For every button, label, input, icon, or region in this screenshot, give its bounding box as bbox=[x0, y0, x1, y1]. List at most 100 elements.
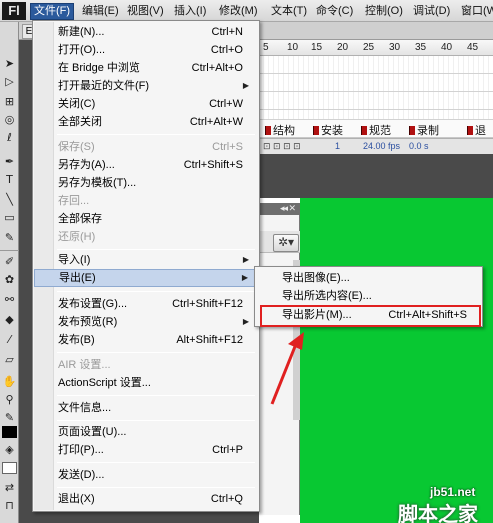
current-frame: 1 bbox=[335, 141, 341, 151]
stroke-color-swatch[interactable] bbox=[2, 426, 17, 438]
menu-item-export-movie[interactable]: 导出影片(M)... Ctrl+Alt+Shift+S bbox=[256, 306, 481, 324]
menu-file[interactable]: 文件(F) bbox=[30, 3, 75, 20]
menu-control[interactable]: 控制(O) bbox=[362, 3, 406, 20]
timeline-layer-row[interactable] bbox=[259, 110, 493, 120]
menu-item-page-setup[interactable]: 页面设置(U)... bbox=[34, 423, 258, 441]
hand-icon[interactable]: ✋ bbox=[2, 374, 17, 389]
flag-icon bbox=[467, 126, 473, 135]
menu-text[interactable]: 文本(T) bbox=[268, 3, 310, 20]
pen-icon[interactable]: ✒ bbox=[2, 154, 17, 169]
ruler-number: 15 bbox=[311, 42, 323, 53]
text-icon[interactable]: T bbox=[2, 172, 17, 187]
menu-item-label: 文件信息... bbox=[58, 402, 112, 414]
snap-icon[interactable]: ⊓ bbox=[2, 498, 17, 513]
menu-item-label: 导出影片(M)... bbox=[282, 309, 352, 321]
rectangle-icon[interactable]: ▭ bbox=[2, 210, 17, 225]
menu-item-open[interactable]: 打开(O)... Ctrl+O bbox=[34, 41, 258, 59]
menu-item-browse-bridge[interactable]: 在 Bridge 中浏览 Ctrl+Alt+O bbox=[34, 59, 258, 77]
menu-item-label: 保存(S) bbox=[58, 141, 95, 153]
menu-item-shortcut: Ctrl+Alt+O bbox=[191, 62, 243, 74]
menu-item-label: 打开(O)... bbox=[58, 44, 106, 56]
frame-label: 结构 bbox=[265, 122, 295, 138]
menu-view[interactable]: 视图(V) bbox=[124, 3, 167, 20]
free-transform-icon[interactable]: ⊞ bbox=[2, 94, 17, 109]
menu-item-new[interactable]: 新建(N)... Ctrl+N bbox=[34, 23, 258, 41]
menu-item-shortcut: Ctrl+Alt+W bbox=[189, 116, 243, 128]
menu-item-label: ActionScript 设置... bbox=[58, 377, 151, 389]
menu-item-publish-preview[interactable]: 发布预览(R) ▶ bbox=[34, 313, 258, 331]
stage-canvas[interactable] bbox=[300, 198, 493, 523]
menu-item-save-as[interactable]: 另存为(A)... Ctrl+Shift+S bbox=[34, 156, 258, 174]
menu-item-exit[interactable]: 退出(X) Ctrl+Q bbox=[34, 490, 258, 508]
timeline-layer-row[interactable] bbox=[259, 56, 493, 74]
timeline-status-bar: ⊡ ⊡ ⊡ ⊡ 1 24.00 fps 0.0 s bbox=[259, 138, 493, 154]
menu-modify[interactable]: 修改(M) bbox=[216, 3, 261, 20]
menu-bar: Fl 文件(F) 编辑(E) 视图(V) 插入(I) 修改(M) 文本(T) 命… bbox=[0, 0, 493, 22]
tool-divider bbox=[0, 250, 19, 251]
menu-item-export-selection[interactable]: 导出所选内容(E)... bbox=[256, 287, 481, 305]
deco-icon[interactable]: ✿ bbox=[2, 272, 17, 287]
swap-colors-icon[interactable]: ⇄ bbox=[2, 480, 17, 495]
3d-rotation-icon[interactable]: ◎ bbox=[2, 112, 17, 127]
frame-label: 规范 bbox=[361, 122, 391, 138]
menu-item-publish-settings[interactable]: 发布设置(G)... Ctrl+Shift+F12 bbox=[34, 295, 258, 313]
menu-item-shortcut: Ctrl+W bbox=[209, 98, 243, 110]
fill-color-swatch[interactable] bbox=[2, 462, 17, 474]
bone-icon[interactable]: ⚯ bbox=[2, 292, 17, 307]
menu-item-actionscript-settings[interactable]: ActionScript 设置... bbox=[34, 374, 258, 392]
menu-separator bbox=[57, 487, 255, 488]
flag-icon bbox=[409, 126, 415, 135]
menu-item-label: 发送(D)... bbox=[58, 469, 105, 481]
zoom-icon[interactable]: ⚲ bbox=[2, 392, 17, 407]
pencil-icon[interactable]: ✎ bbox=[2, 230, 17, 245]
menu-edit[interactable]: 编辑(E) bbox=[79, 3, 122, 20]
line-icon[interactable]: ╲ bbox=[2, 192, 17, 207]
menu-insert[interactable]: 插入(I) bbox=[171, 3, 209, 20]
menu-item-close[interactable]: 关闭(C) Ctrl+W bbox=[34, 95, 258, 113]
frame-label: 安装 bbox=[313, 122, 343, 138]
menu-item-print[interactable]: 打印(P)... Ctrl+P bbox=[34, 441, 258, 459]
subselect-tool-icon[interactable]: ▷ bbox=[2, 74, 17, 89]
menu-item-send[interactable]: 发送(D)... bbox=[34, 466, 258, 484]
menu-item-check-in: 存回... bbox=[34, 192, 258, 210]
onion-skin-icons[interactable]: ⊡ ⊡ ⊡ ⊡ bbox=[263, 141, 301, 152]
timeline-layer-row[interactable] bbox=[259, 92, 493, 110]
menu-item-shortcut: Alt+Shift+F12 bbox=[176, 334, 243, 346]
eraser-icon[interactable]: ▱ bbox=[2, 352, 17, 367]
ruler-number: 5 bbox=[263, 42, 269, 53]
elapsed-time: 0.0 s bbox=[409, 141, 429, 151]
frame-label-text: 安装 bbox=[321, 125, 343, 137]
fill-color-icon[interactable]: ◈ bbox=[2, 442, 17, 457]
stroke-color-icon[interactable]: ✎ bbox=[2, 410, 17, 425]
paint-bucket-icon[interactable]: ◆ bbox=[2, 312, 17, 327]
menu-item-export-image[interactable]: 导出图像(E)... bbox=[256, 269, 481, 287]
menu-item-file-info[interactable]: 文件信息... bbox=[34, 399, 258, 417]
arrow-tool-icon[interactable]: ➤ bbox=[2, 56, 17, 71]
menu-item-shortcut: Ctrl+P bbox=[212, 444, 243, 456]
menu-item-save-all[interactable]: 全部保存 bbox=[34, 210, 258, 228]
menu-item-open-recent[interactable]: 打开最近的文件(F) ▶ bbox=[34, 77, 258, 95]
menu-item-import[interactable]: 导入(I) ▶ bbox=[34, 251, 258, 269]
menu-separator bbox=[57, 462, 255, 463]
gear-icon[interactable]: ✲▾ bbox=[273, 234, 299, 252]
menu-commands[interactable]: 命令(C) bbox=[313, 3, 356, 20]
menu-item-label: 发布(B) bbox=[58, 334, 95, 346]
menu-item-publish[interactable]: 发布(B) Alt+Shift+F12 bbox=[34, 331, 258, 349]
timeline-layer-row[interactable] bbox=[259, 74, 493, 92]
submenu-arrow-icon: ▶ bbox=[242, 81, 249, 90]
collapse-panel-icon[interactable]: ◂◂ ✕ bbox=[280, 203, 296, 214]
frame-label-row[interactable]: 结构 安装 规范 录制 退 bbox=[259, 120, 493, 138]
ruler-number: 25 bbox=[363, 42, 375, 53]
app-logo: Fl bbox=[2, 2, 26, 20]
menu-debug[interactable]: 调试(D) bbox=[410, 3, 453, 20]
lasso-icon[interactable]: ℓ bbox=[2, 130, 17, 145]
brush-icon[interactable]: ✐ bbox=[2, 254, 17, 269]
menu-separator bbox=[57, 134, 255, 135]
eyedropper-icon[interactable]: ⁄ bbox=[2, 332, 17, 347]
menu-item-export[interactable]: 导出(E) ▶ bbox=[34, 269, 258, 287]
menu-item-save-as-template[interactable]: 另存为模板(T)... bbox=[34, 174, 258, 192]
menu-item-close-all[interactable]: 全部关闭 Ctrl+Alt+W bbox=[34, 113, 258, 131]
menu-separator bbox=[57, 249, 255, 250]
menu-window[interactable]: 窗口(W) bbox=[458, 3, 493, 20]
menu-item-save: 保存(S) Ctrl+S bbox=[34, 138, 258, 156]
